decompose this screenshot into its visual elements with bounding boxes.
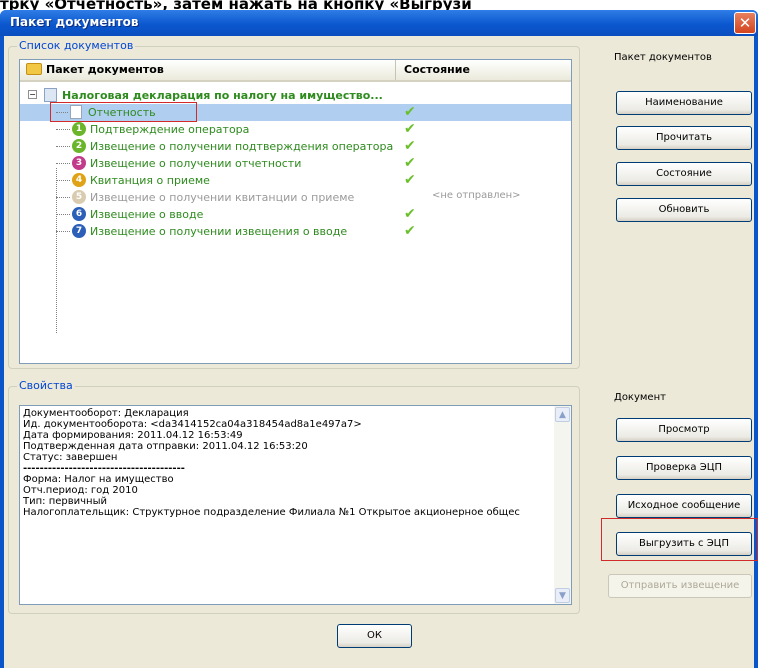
column-header-document[interactable]: Пакет документов: [20, 60, 396, 80]
dialog-client: Список документов Пакет документов Состо…: [4, 36, 758, 668]
highlight-report: [50, 102, 197, 122]
property-line: Отч.период: год 2010: [23, 485, 138, 496]
tree-row-label: Извещение о получении извещения о вводе: [90, 225, 348, 238]
check-icon: ✔: [404, 138, 416, 154]
property-separator: ---------------------------------------: [23, 463, 185, 474]
tree-row-5[interactable]: 5 Извещение о получении квитанции о прие…: [20, 189, 571, 206]
check-icon: ✔: [404, 155, 416, 171]
number-badge: 6: [72, 207, 86, 221]
tree-header: Пакет документов Состояние: [20, 60, 571, 82]
tree-connector: [56, 163, 70, 164]
number-badge: 4: [72, 173, 86, 187]
package-section-label: Пакет документов: [614, 52, 712, 63]
tree-row-7[interactable]: 7 Извещение о получении извещения о ввод…: [20, 223, 571, 240]
tree-connector: [56, 197, 70, 198]
ok-button[interactable]: ОК: [337, 624, 412, 648]
send-notice-button[interactable]: Отправить извещение: [608, 574, 752, 598]
check-icon: ✔: [404, 104, 416, 120]
window-title: Пакет документов: [10, 15, 139, 29]
number-badge: 7: [72, 224, 86, 238]
source-message-button[interactable]: Исходное сообщение: [616, 494, 752, 518]
number-badge: 5: [72, 190, 86, 204]
name-button[interactable]: Наименование: [616, 91, 752, 115]
tree-connector: [56, 146, 70, 147]
property-line: Налогоплательщик: Структурное подразделе…: [23, 507, 520, 518]
check-signature-button[interactable]: Проверка ЭЦП: [616, 456, 752, 480]
tree-connector: [56, 231, 70, 232]
property-line: Статус: завершен: [23, 452, 118, 463]
property-line: Документооборот: Декларация: [23, 408, 189, 419]
tree-row-3[interactable]: 3 Извещение о получении отчетности ✔: [20, 155, 571, 172]
tree-row-label: Подтверждение оператора: [90, 123, 250, 136]
close-button[interactable]: ✕: [734, 12, 756, 34]
tree-row-label: Извещение о получении отчетности: [90, 157, 302, 170]
properties-group: Свойства Документооборот: Декларация Ид.…: [8, 379, 580, 614]
property-line: Форма: Налог на имущество: [23, 474, 174, 485]
scroll-up-icon[interactable]: ▲: [555, 407, 570, 422]
document-list-label: Список документов: [17, 39, 136, 52]
view-button[interactable]: Просмотр: [616, 418, 752, 442]
document-section-label: Документ: [614, 392, 666, 403]
refresh-button[interactable]: Обновить: [616, 198, 752, 222]
tree-row-label: Налоговая декларация по налогу на имущес…: [62, 89, 383, 102]
tree-row-label: Извещение о получении квитанции о приеме: [90, 191, 355, 204]
state-not-sent: <не отправлен>: [432, 190, 521, 201]
tree-row-label: Извещение о получении подтверждения опер…: [90, 140, 394, 153]
vertical-scrollbar[interactable]: ▲ ▼: [554, 406, 571, 604]
column-header-state[interactable]: Состояние: [404, 60, 470, 80]
folder-icon: [26, 63, 42, 75]
property-line: Ид. документооборота: <da3414152ca04a318…: [23, 419, 362, 430]
package-icon: [44, 88, 57, 102]
check-icon: ✔: [404, 206, 416, 222]
read-button[interactable]: Прочитать: [616, 126, 752, 150]
tree-connector: [56, 214, 70, 215]
check-icon: ✔: [404, 172, 416, 188]
highlight-export: [601, 518, 758, 561]
scroll-down-icon[interactable]: ▼: [555, 588, 570, 603]
property-line: Тип: первичный: [23, 496, 107, 507]
tree-connector: [56, 129, 70, 130]
tree-row-label: Извещение о вводе: [90, 208, 204, 221]
number-badge: 2: [72, 139, 86, 153]
tree-row-6[interactable]: 6 Извещение о вводе ✔: [20, 206, 571, 223]
tree-connector: [56, 180, 70, 181]
tree-row-1[interactable]: 1 Подтверждение оператора ✔: [20, 121, 571, 138]
check-icon: ✔: [404, 223, 416, 239]
properties-label: Свойства: [17, 379, 75, 392]
title-bar[interactable]: Пакет документов ✕: [0, 10, 758, 36]
property-line: Подтвержденная дата отправки: 2011.04.12…: [23, 441, 308, 452]
properties-text[interactable]: Документооборот: Декларация Ид. документ…: [19, 405, 572, 605]
state-button[interactable]: Состояние: [616, 162, 752, 186]
number-badge: 1: [72, 122, 86, 136]
check-icon: ✔: [404, 121, 416, 137]
document-list-group: Список документов Пакет документов Состо…: [8, 39, 580, 369]
dialog-window: Пакет документов ✕ Список документов Пак…: [0, 10, 758, 668]
property-line: Дата формирования: 2011.04.12 16:53:49: [23, 430, 243, 441]
collapse-icon[interactable]: −: [28, 90, 37, 99]
document-tree[interactable]: Пакет документов Состояние − Налоговая д…: [19, 59, 572, 364]
tree-row-label: Квитанция о приеме: [90, 174, 210, 187]
number-badge: 3: [72, 156, 86, 170]
tree-row-4[interactable]: 4 Квитанция о приеме ✔: [20, 172, 571, 189]
tree-row-2[interactable]: 2 Извещение о получении подтверждения оп…: [20, 138, 571, 155]
